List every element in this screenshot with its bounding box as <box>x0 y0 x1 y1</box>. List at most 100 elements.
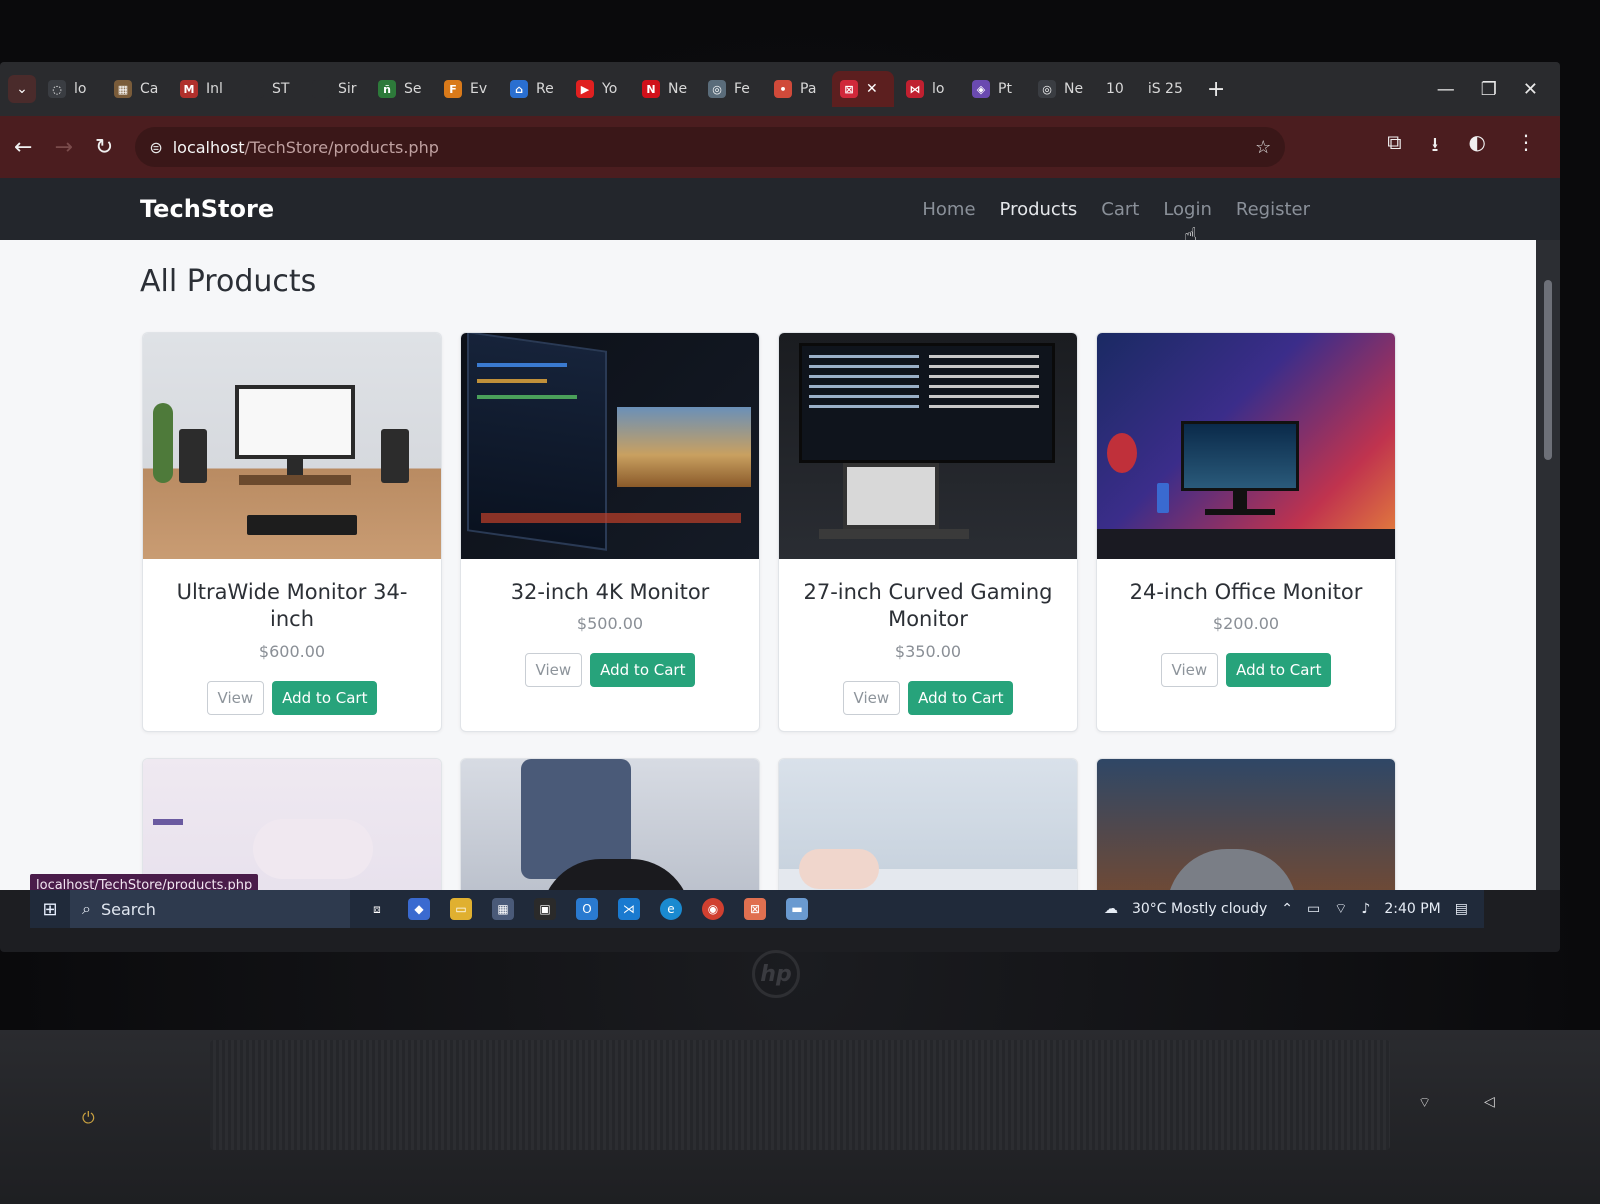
scrollbar-thumb[interactable] <box>1544 280 1552 460</box>
xampp-icon[interactable]: ⊠ <box>744 898 766 920</box>
tab-favicon: • <box>774 80 792 98</box>
nav-link-cart[interactable]: Cart <box>1101 199 1139 220</box>
view-button[interactable]: View <box>524 653 583 688</box>
outlook-icon[interactable]: O <box>576 898 598 920</box>
product-image[interactable] <box>143 333 441 559</box>
nav-link-login[interactable]: Login <box>1163 199 1212 220</box>
volume-icon[interactable]: ♪ <box>1361 901 1370 917</box>
product-card: 27-inch Curved Gaming Monitor $350.00 Vi… <box>778 332 1078 732</box>
browser-tab[interactable]: • Pa <box>766 71 828 107</box>
browser-tab[interactable]: ◎ Fe <box>700 71 762 107</box>
tab-label: Se <box>404 81 422 97</box>
product-title: UltraWide Monitor 34-inch <box>176 580 408 632</box>
add-to-cart-button[interactable]: Add to Cart <box>272 680 378 715</box>
task-view-icon[interactable]: ⧈ <box>366 898 388 920</box>
site-brand[interactable]: TechStore <box>140 195 274 223</box>
menu-dots-icon[interactable]: ⋮ <box>1516 130 1536 164</box>
product-image[interactable] <box>461 333 759 559</box>
weather-text[interactable]: 30°C Mostly cloudy <box>1132 901 1267 917</box>
nav-link-home[interactable]: Home <box>922 199 975 220</box>
product-image[interactable] <box>779 333 1077 559</box>
product-actions: View Add to Cart <box>779 680 1077 715</box>
tab-favicon <box>246 80 264 98</box>
tab-favicon: ◈ <box>972 80 990 98</box>
copilot-icon[interactable]: ◆ <box>408 898 430 920</box>
page-scrollbar[interactable] <box>1536 240 1560 890</box>
browser-tab[interactable]: ⋈ lo <box>898 71 960 107</box>
clock[interactable]: 2:40 PM <box>1384 901 1440 917</box>
vscode-icon[interactable]: ⋊ <box>618 898 640 920</box>
product-price: $200.00 <box>1212 614 1280 634</box>
product-price: $600.00 <box>258 641 326 661</box>
add-to-cart-button[interactable]: Add to Cart <box>1226 653 1332 688</box>
tab-extra[interactable]: iS 25 <box>1138 81 1193 97</box>
back-arrow-icon[interactable]: ← <box>14 135 32 160</box>
store-icon[interactable]: ▦ <box>492 898 514 920</box>
browser-tab[interactable]: M Inl <box>172 71 234 107</box>
tab-close-icon[interactable]: ✕ <box>866 81 878 97</box>
address-bar[interactable]: ⊜ localhost/TechStore/products.php ☆ <box>135 127 1286 167</box>
browser-tab[interactable]: ⌂ Re <box>502 71 564 107</box>
site-info-icon[interactable]: ⊜ <box>149 138 162 157</box>
product-image[interactable] <box>461 759 759 890</box>
add-to-cart-button[interactable]: Add to Cart <box>908 680 1014 715</box>
reload-icon[interactable]: ↻ <box>95 135 113 160</box>
product-image[interactable] <box>779 759 1077 890</box>
wifi-icon[interactable]: ⌔ <box>1334 900 1347 918</box>
bookmark-star-icon[interactable]: ☆ <box>1255 137 1271 158</box>
product-actions: View Add to Cart <box>143 680 441 715</box>
page-title: All Products <box>140 264 317 299</box>
minimize-button[interactable]: — <box>1437 79 1455 100</box>
mute-key-icon[interactable]: ◁ <box>1484 1094 1495 1110</box>
windows-start-icon[interactable]: ⊞ <box>30 899 70 920</box>
product-image[interactable] <box>1097 333 1395 559</box>
chrome-icon[interactable]: ◉ <box>702 898 724 920</box>
extensions-icon[interactable]: ⧉ <box>1387 130 1401 164</box>
browser-tab[interactable]: Sir <box>304 71 366 107</box>
browser-tab[interactable]: N Ne <box>634 71 696 107</box>
add-to-cart-button[interactable]: Add to Cart <box>590 653 696 688</box>
view-button[interactable]: View <box>842 680 901 715</box>
tab-label: ST <box>272 81 290 97</box>
view-button[interactable]: View <box>1160 653 1219 688</box>
browser-tab[interactable]: ñ Se <box>370 71 432 107</box>
forward-arrow-icon[interactable]: → <box>54 135 72 160</box>
terminal-icon[interactable]: ▣ <box>534 898 556 920</box>
system-tray: ☁ 30°C Mostly cloudy ⌃ ▭ ⌔ ♪ 2:40 PM ▤ <box>1104 900 1484 918</box>
window-controls: — ❐ ✕ <box>1437 79 1552 100</box>
browser-tab[interactable]: ◌ lo <box>40 71 102 107</box>
nav-link-register[interactable]: Register <box>1236 199 1310 220</box>
power-icon[interactable]: ⏻ <box>82 1108 95 1128</box>
app-icon[interactable]: ▬ <box>786 898 808 920</box>
battery-icon[interactable]: ▭ <box>1307 901 1320 917</box>
close-button[interactable]: ✕ <box>1523 79 1538 100</box>
download-icon[interactable]: ⭳ <box>1432 130 1439 164</box>
profile-icon[interactable]: ◐ <box>1469 130 1486 164</box>
browser-tab[interactable]: ◎ Ne <box>1030 71 1092 107</box>
browser-tab[interactable]: ▶ Yo <box>568 71 630 107</box>
product-card <box>142 758 442 890</box>
browser-tab[interactable]: ◈ Pt <box>964 71 1026 107</box>
browser-tab[interactable]: F Ev <box>436 71 498 107</box>
file-explorer-icon[interactable]: ▭ <box>450 898 472 920</box>
view-button[interactable]: View <box>206 680 265 715</box>
product-title: 24-inch Office Monitor <box>1129 580 1363 604</box>
tab-search-dropdown[interactable]: ⌄ <box>8 75 36 103</box>
product-image[interactable] <box>1097 759 1395 890</box>
chevron-up-icon[interactable]: ⌃ <box>1281 901 1293 917</box>
tab-active[interactable]: ⊠ ✕ <box>832 71 894 107</box>
wireless-key-icon[interactable]: ⌔ <box>1418 1094 1431 1112</box>
tab-counter[interactable]: 10 <box>1096 81 1134 97</box>
browser-tab[interactable]: ▦ Ca <box>106 71 168 107</box>
nav-link-products[interactable]: Products <box>1000 199 1078 220</box>
browser-tab[interactable]: ST <box>238 71 300 107</box>
taskbar-search[interactable]: ⌕ Search <box>70 890 350 928</box>
restore-button[interactable]: ❐ <box>1481 79 1497 100</box>
tab-label: Re <box>536 81 554 97</box>
speaker-grille <box>210 1040 1390 1150</box>
tab-favicon <box>312 80 330 98</box>
product-image[interactable] <box>143 759 441 890</box>
notifications-icon[interactable]: ▤ <box>1455 901 1468 917</box>
edge-icon[interactable]: e <box>660 898 682 920</box>
new-tab-button[interactable]: + <box>1197 77 1235 102</box>
